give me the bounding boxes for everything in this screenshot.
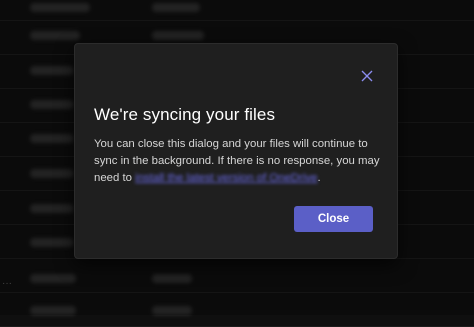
close-icon[interactable] <box>361 69 373 82</box>
sync-dialog: We're syncing your files You can close t… <box>74 43 398 259</box>
install-onedrive-link[interactable]: install the latest version of OneDrive <box>135 172 317 184</box>
dialog-title: We're syncing your files <box>94 105 276 124</box>
close-icon-graphic <box>361 70 373 82</box>
dialog-message: You can close this dialog and your files… <box>94 136 384 187</box>
close-button[interactable]: Close <box>294 206 373 232</box>
